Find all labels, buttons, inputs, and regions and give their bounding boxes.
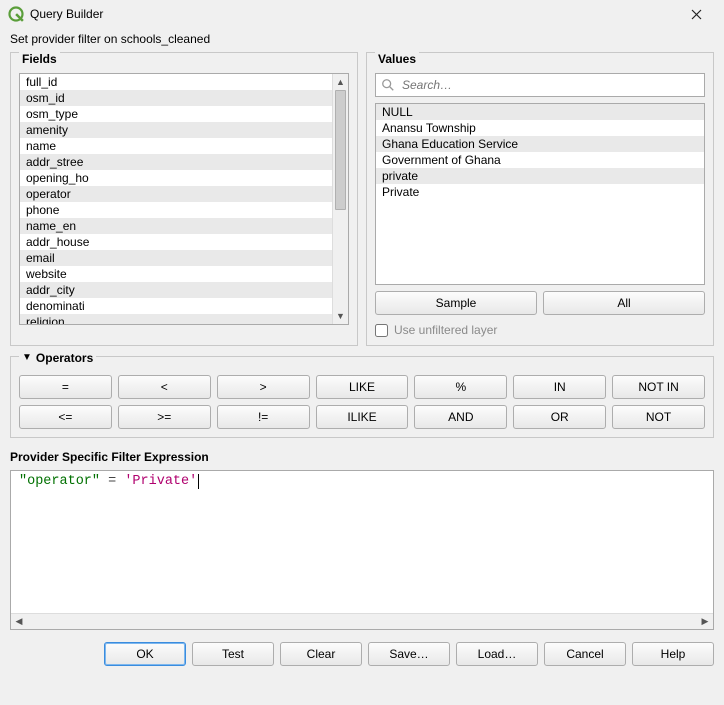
value-item[interactable]: Ghana Education Service: [376, 136, 704, 152]
expression-operator-token: =: [100, 474, 124, 489]
operator-button-[interactable]: >: [217, 375, 310, 399]
use-unfiltered-checkbox[interactable]: Use unfiltered layer: [375, 323, 705, 337]
field-item[interactable]: religion: [20, 314, 332, 324]
values-panel-title: Values: [375, 52, 419, 66]
operator-button-notin[interactable]: NOT IN: [612, 375, 705, 399]
field-item[interactable]: name_en: [20, 218, 332, 234]
field-item[interactable]: name: [20, 138, 332, 154]
window-title: Query Builder: [30, 7, 103, 21]
operator-button-or[interactable]: OR: [513, 405, 606, 429]
scroll-down-icon[interactable]: ▼: [333, 308, 348, 324]
expression-text[interactable]: "operator" = 'Private': [11, 471, 713, 613]
value-item[interactable]: Government of Ghana: [376, 152, 704, 168]
values-search-input[interactable]: [375, 73, 705, 97]
chevron-down-icon: ▼: [22, 352, 32, 363]
operator-button-not[interactable]: NOT: [612, 405, 705, 429]
field-item[interactable]: full_id: [20, 74, 332, 90]
values-panel: Values NULLAnansu TownshipGhana Educatio…: [366, 52, 714, 346]
operator-button-[interactable]: <=: [19, 405, 112, 429]
qgis-icon: [8, 6, 24, 22]
operator-button-[interactable]: !=: [217, 405, 310, 429]
expression-value-token: 'Private': [124, 474, 197, 489]
field-item[interactable]: osm_type: [20, 106, 332, 122]
operator-button-in[interactable]: IN: [513, 375, 606, 399]
operator-button-like[interactable]: LIKE: [316, 375, 409, 399]
use-unfiltered-label: Use unfiltered layer: [394, 323, 497, 337]
use-unfiltered-input[interactable]: [375, 324, 388, 337]
cancel-button[interactable]: Cancel: [544, 642, 626, 666]
field-item[interactable]: opening_ho: [20, 170, 332, 186]
expression-editor[interactable]: "operator" = 'Private' ◀ ▶: [10, 470, 714, 630]
field-item[interactable]: amenity: [20, 122, 332, 138]
fields-scrollbar[interactable]: ▲ ▼: [332, 74, 348, 324]
filter-target-label: Set provider filter on schools_cleaned: [0, 28, 724, 52]
scroll-up-icon[interactable]: ▲: [333, 74, 348, 90]
fields-listbox[interactable]: full_idosm_idosm_typeamenitynameaddr_str…: [19, 73, 349, 325]
value-item[interactable]: Anansu Township: [376, 120, 704, 136]
operators-disclosure[interactable]: ▼ Operators: [19, 351, 96, 365]
help-button[interactable]: Help: [632, 642, 714, 666]
value-item[interactable]: NULL: [376, 104, 704, 120]
expression-hscrollbar[interactable]: ◀ ▶: [11, 613, 713, 629]
operator-button-[interactable]: >=: [118, 405, 211, 429]
sample-button[interactable]: Sample: [375, 291, 537, 315]
operators-panel: ▼ Operators =<>LIKE%INNOT IN <=>=!=ILIKE…: [10, 356, 714, 438]
operator-button-[interactable]: <: [118, 375, 211, 399]
field-item[interactable]: website: [20, 266, 332, 282]
field-item[interactable]: addr_stree: [20, 154, 332, 170]
values-listbox[interactable]: NULLAnansu TownshipGhana Education Servi…: [375, 103, 705, 285]
operator-button-[interactable]: =: [19, 375, 112, 399]
ok-button[interactable]: OK: [104, 642, 186, 666]
test-button[interactable]: Test: [192, 642, 274, 666]
titlebar: Query Builder: [0, 0, 724, 28]
field-item[interactable]: operator: [20, 186, 332, 202]
operators-title: Operators: [36, 351, 93, 365]
scroll-right-icon[interactable]: ▶: [697, 616, 713, 627]
dialog-button-row: OK Test Clear Save… Load… Cancel Help: [0, 630, 724, 676]
field-item[interactable]: phone: [20, 202, 332, 218]
fields-panel: Fields full_idosm_idosm_typeamenitynamea…: [10, 52, 358, 346]
text-caret: [198, 474, 199, 489]
field-item[interactable]: denominati: [20, 298, 332, 314]
field-item[interactable]: addr_house: [20, 234, 332, 250]
field-item[interactable]: osm_id: [20, 90, 332, 106]
operator-button-[interactable]: %: [414, 375, 507, 399]
value-item[interactable]: Private: [376, 184, 704, 200]
scroll-left-icon[interactable]: ◀: [11, 616, 27, 627]
operator-button-ilike[interactable]: ILIKE: [316, 405, 409, 429]
close-button[interactable]: [676, 2, 716, 26]
scroll-thumb[interactable]: [335, 90, 346, 210]
expression-field-token: "operator": [19, 474, 100, 489]
fields-panel-title: Fields: [19, 52, 60, 66]
search-icon: [381, 78, 395, 92]
expression-title: Provider Specific Filter Expression: [0, 438, 724, 470]
all-button[interactable]: All: [543, 291, 705, 315]
operator-button-and[interactable]: AND: [414, 405, 507, 429]
close-icon: [691, 9, 702, 20]
field-item[interactable]: addr_city: [20, 282, 332, 298]
field-item[interactable]: email: [20, 250, 332, 266]
value-item[interactable]: private: [376, 168, 704, 184]
save-button[interactable]: Save…: [368, 642, 450, 666]
clear-button[interactable]: Clear: [280, 642, 362, 666]
load-button[interactable]: Load…: [456, 642, 538, 666]
